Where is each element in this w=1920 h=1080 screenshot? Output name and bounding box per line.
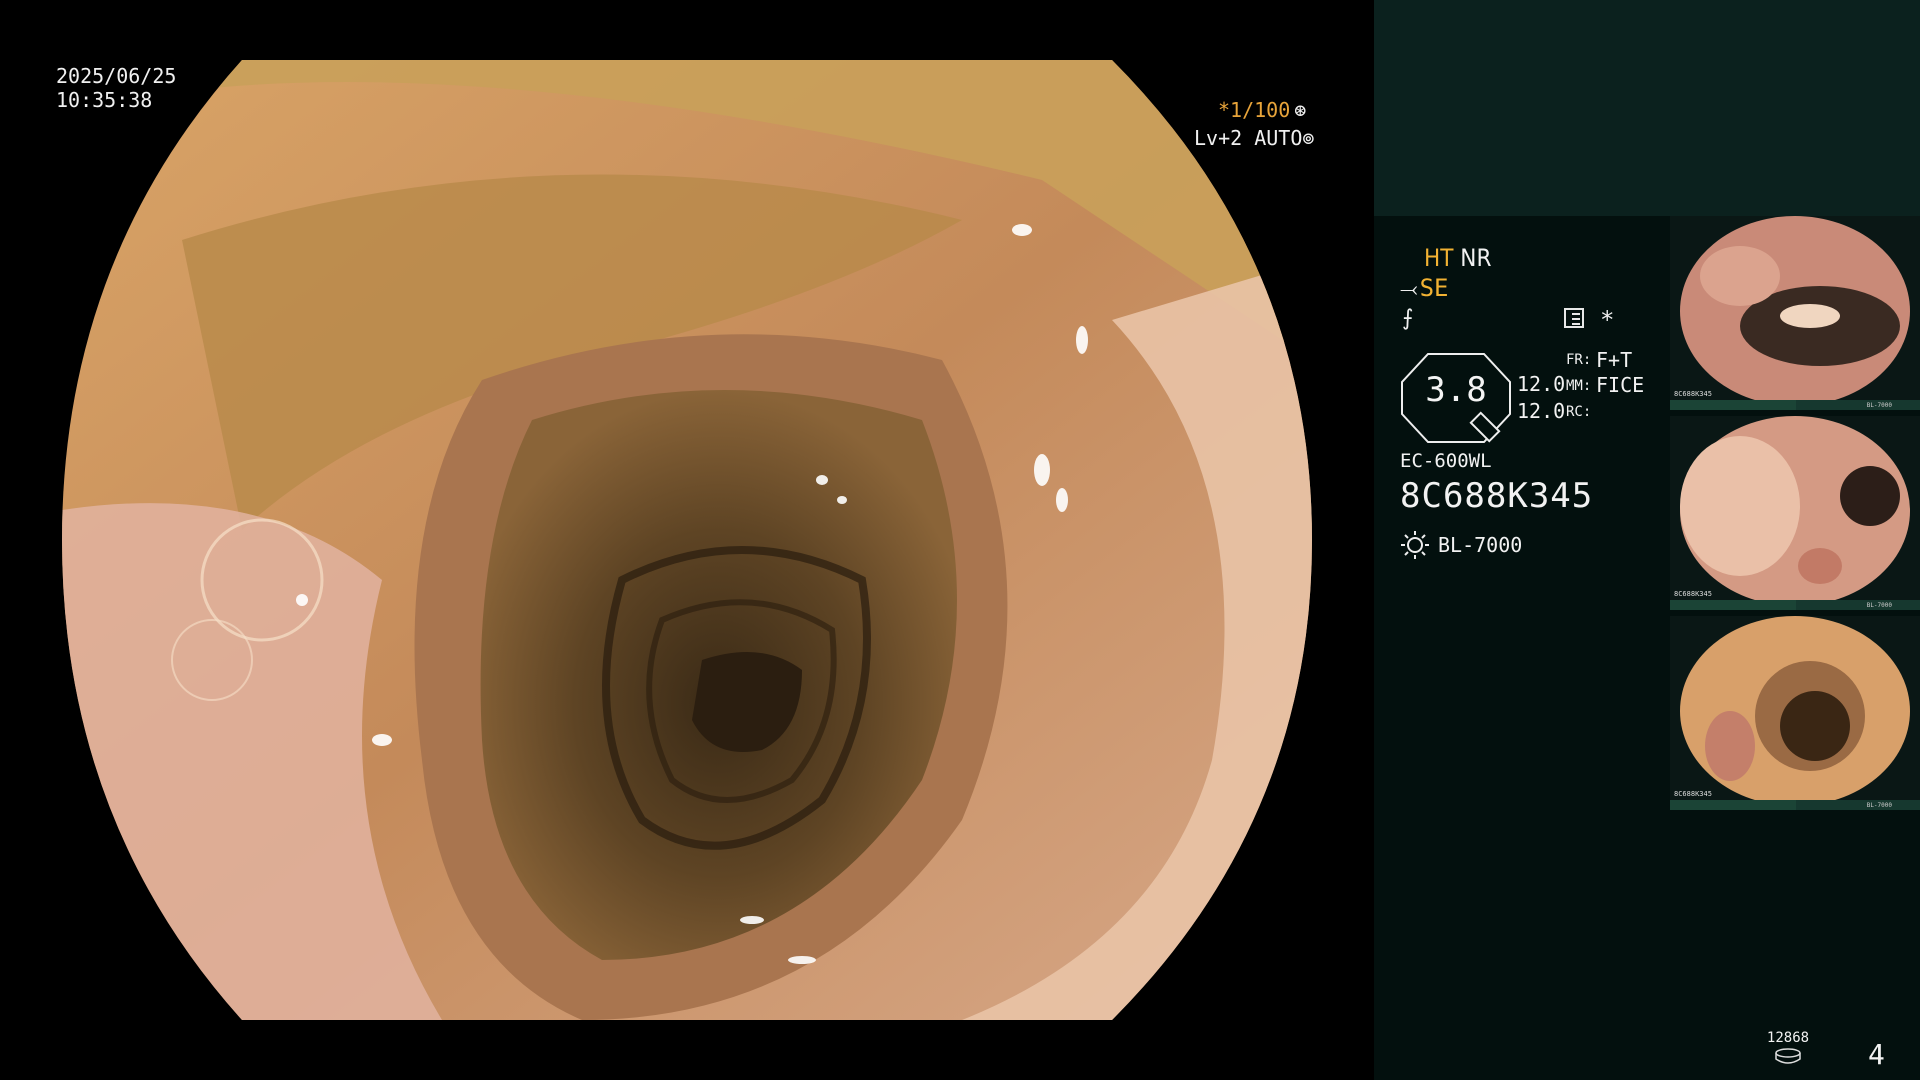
endoscope-view <box>62 60 1312 1020</box>
enhancement-icon: ⤙ <box>1400 277 1418 302</box>
mm-label: MM: <box>1566 378 1592 394</box>
thumbnail-light: BL-7000 <box>1866 402 1892 409</box>
aperture-icon: ⊛ <box>1294 98 1307 122</box>
shutter-text: *1/100 <box>1218 98 1291 122</box>
storage-disk-icon <box>1775 1048 1801 1064</box>
thumbnail-1[interactable]: 8C688K345 BL-7000 <box>1670 216 1920 410</box>
fr-label: FR: <box>1566 352 1592 368</box>
thumbnail-3[interactable]: 8C688K345 BL-7000 <box>1670 616 1920 810</box>
info-panel-header <box>1374 0 1920 216</box>
mode-se: ⤙SE <box>1400 274 1449 302</box>
page-number: 4 <box>1868 1038 1885 1071</box>
thumbnail-2[interactable]: 8C688K345 BL-7000 <box>1670 416 1920 610</box>
level-text: Lv+2 AUTO <box>1194 126 1303 150</box>
zoom-value: 3.8 <box>1425 370 1487 410</box>
scope-model: EC-600WL <box>1400 450 1492 472</box>
time-text: 10:35:38 <box>56 88 153 112</box>
image-count: 12868 <box>1766 1030 1810 1046</box>
thumbnail-footer-accent <box>1670 600 1796 610</box>
value-2: 12.0 <box>1517 399 1566 423</box>
thumbnail-light: BL-7000 <box>1866 802 1892 809</box>
datetime: 2025/06/25 10:35:38 <box>56 64 176 112</box>
thumbnail-footer-accent <box>1670 800 1796 810</box>
rc-label: RC: <box>1566 404 1592 420</box>
structure-icon: ⨍ <box>1402 306 1414 331</box>
value-1: 12.0 <box>1517 372 1566 396</box>
mm-value: FICE <box>1596 373 1645 397</box>
ht-label: HT <box>1424 244 1454 272</box>
star-indicator: * <box>1600 306 1615 334</box>
light-source-model: BL-7000 <box>1438 533 1523 557</box>
iris-icon: ⊚ <box>1302 126 1315 150</box>
light-source-icon <box>1401 531 1429 559</box>
se-label: SE <box>1419 274 1449 302</box>
mode-ht-nr: HT NR <box>1424 244 1491 272</box>
nr-label: NR <box>1460 244 1492 272</box>
shutter-speed: *1/100 ⊛ <box>1218 98 1306 122</box>
thumbnail-image <box>1680 216 1910 406</box>
date-text: 2025/06/25 <box>56 64 177 88</box>
fr-value: F+T <box>1596 348 1633 372</box>
thumbnail-image <box>1680 416 1910 606</box>
thumbnail-footer-accent <box>1670 400 1796 410</box>
thumbnail-caption: 8C688K345 <box>1674 390 1712 398</box>
thumbnail-caption: 8C688K345 <box>1674 590 1712 598</box>
exposure-level: Lv+2 AUTO⊚ <box>1194 126 1314 150</box>
scope-serial: 8C688K345 <box>1400 476 1594 516</box>
thumbnail-image <box>1680 616 1910 806</box>
thumbnail-caption: 8C688K345 <box>1674 790 1712 798</box>
menu-icon <box>1564 308 1584 328</box>
thumbnail-light: BL-7000 <box>1866 602 1892 609</box>
